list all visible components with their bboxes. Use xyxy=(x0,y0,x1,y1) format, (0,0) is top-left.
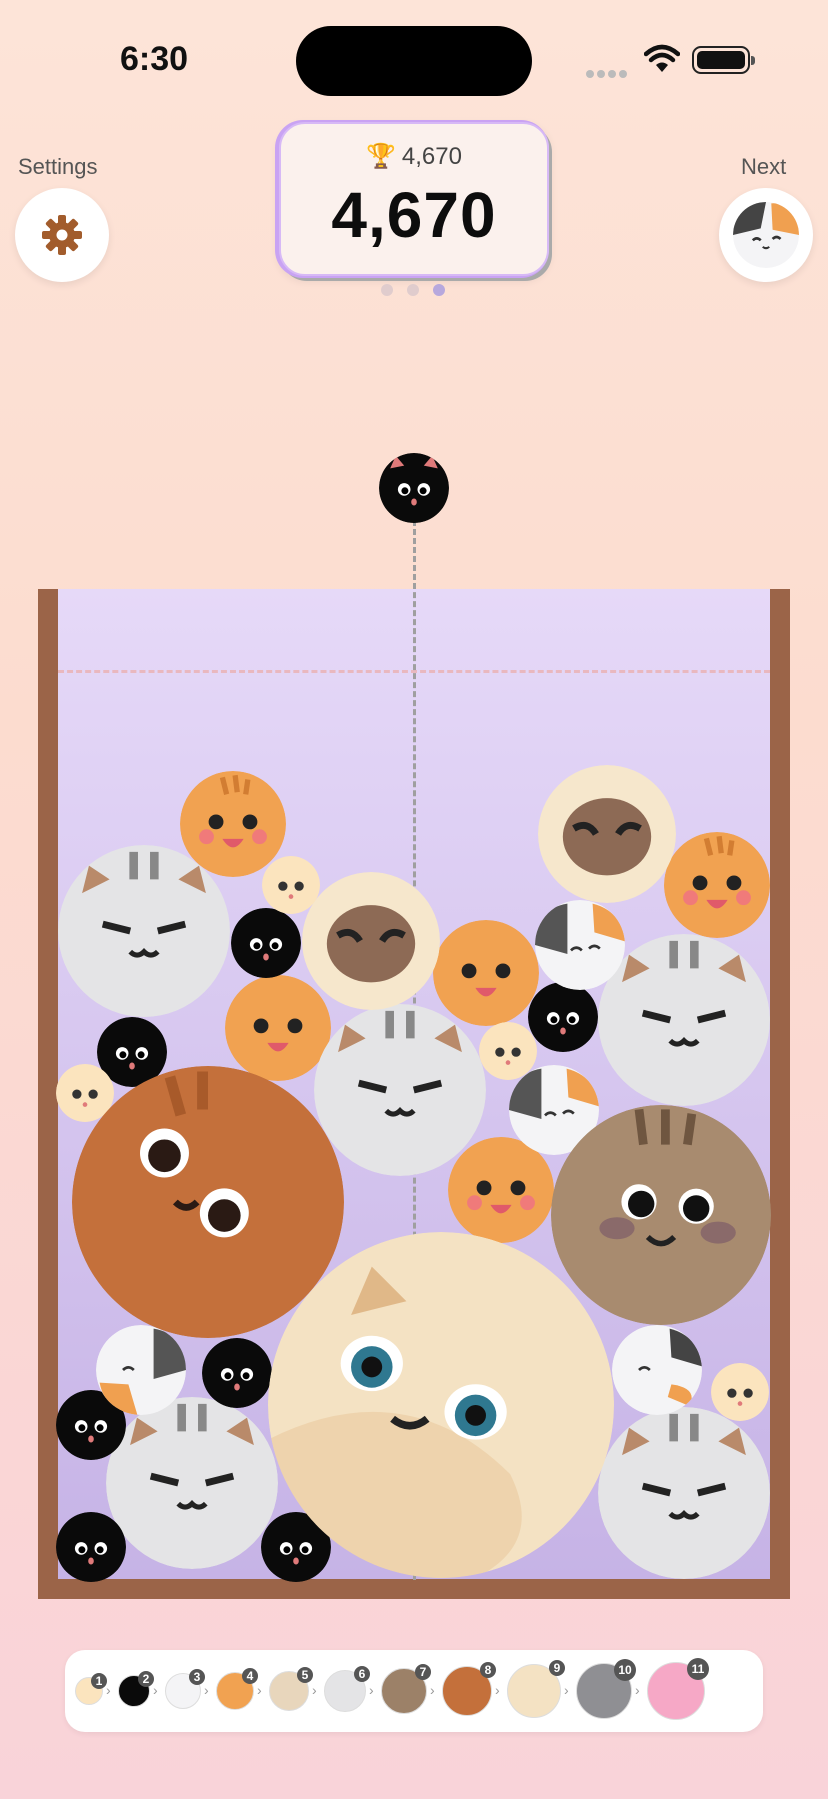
legend-item-level-7: 7 xyxy=(381,1664,431,1714)
cat-cream-kitten xyxy=(711,1363,769,1421)
evolution-legend: 1 › 2 › 3 › 4 › 5 › 6 › 7 › 8 › 9 › 10 › 11 xyxy=(65,1650,763,1732)
cat-grey-tabby xyxy=(598,934,770,1106)
dropping-black-kitten[interactable] xyxy=(379,453,449,523)
legend-item-level-4: 4 xyxy=(216,1668,258,1710)
cat-black-kitten xyxy=(56,1512,126,1582)
chevron-right-icon: › xyxy=(106,1682,111,1698)
settings-button[interactable] xyxy=(15,188,109,282)
chevron-right-icon: › xyxy=(495,1682,500,1698)
chevron-right-icon: › xyxy=(564,1682,569,1698)
legend-level-number: 10 xyxy=(614,1659,636,1681)
container-left-wall xyxy=(38,589,58,1599)
cat-black-kitten xyxy=(202,1338,272,1408)
legend-item-level-11: 11 xyxy=(647,1658,709,1720)
legend-item-level-3: 3 xyxy=(165,1669,205,1709)
battery-icon xyxy=(692,46,755,74)
cat-calico-kitten xyxy=(96,1325,186,1415)
chevron-right-icon: › xyxy=(635,1682,640,1698)
cat-cream-kitten xyxy=(262,856,320,914)
cat-black-kitten xyxy=(528,982,598,1052)
container-floor xyxy=(38,1579,790,1599)
cat-grey-tabby xyxy=(58,845,230,1017)
legend-level-number: 11 xyxy=(687,1658,709,1680)
legend-level-number: 8 xyxy=(480,1662,496,1678)
cat-orange-tabby xyxy=(448,1137,554,1243)
cat-calico-kitten xyxy=(535,900,625,990)
cat-grey-tabby xyxy=(106,1397,278,1569)
cat-siamese xyxy=(538,765,676,903)
best-score-value: 4,670 xyxy=(401,143,462,170)
page-dot[interactable] xyxy=(381,284,393,296)
legend-item-level-2: 2 xyxy=(118,1671,154,1707)
chevron-right-icon: › xyxy=(204,1682,209,1698)
legend-level-number: 9 xyxy=(549,1660,565,1676)
chevron-right-icon: › xyxy=(153,1682,158,1698)
page-indicator[interactable] xyxy=(381,283,459,301)
legend-level-number: 2 xyxy=(138,1671,154,1687)
legend-level-number: 1 xyxy=(91,1673,107,1689)
cat-orange-tabby xyxy=(433,920,539,1026)
next-label: Next xyxy=(741,154,787,179)
legend-item-level-6: 6 xyxy=(324,1666,370,1712)
chevron-right-icon: › xyxy=(369,1682,374,1698)
page-dot-active[interactable] xyxy=(433,284,445,296)
legend-level-number: 4 xyxy=(242,1668,258,1684)
cat-siamese xyxy=(302,872,440,1010)
cat-orange-tabby xyxy=(180,771,286,877)
legend-item-level-10: 10 xyxy=(576,1659,636,1719)
cat-cream xyxy=(268,1232,614,1578)
cat-cream-kitten xyxy=(479,1022,537,1080)
dynamic-island xyxy=(296,26,532,96)
cat-black-kitten xyxy=(231,908,301,978)
trophy-icon: 🏆 xyxy=(366,143,396,170)
score-card: 🏆 4,670 4,670 xyxy=(279,122,549,276)
wifi-icon xyxy=(644,44,680,72)
status-time: 6:30 xyxy=(120,40,189,78)
cat-orange-tabby xyxy=(225,975,331,1081)
legend-item-level-9: 9 xyxy=(507,1660,565,1718)
cat-grey-tabby xyxy=(314,1004,486,1176)
cat-grey-tabby xyxy=(598,1407,770,1579)
legend-item-level-8: 8 xyxy=(442,1662,496,1716)
current-score: 4,670 xyxy=(331,179,497,251)
chevron-right-icon: › xyxy=(312,1682,317,1698)
best-score: 🏆 4,670 xyxy=(281,142,547,171)
cat-calico-kitten xyxy=(612,1325,702,1415)
container-right-wall xyxy=(770,589,790,1599)
legend-level-number: 3 xyxy=(189,1669,205,1685)
chevron-right-icon: › xyxy=(257,1682,262,1698)
next-piece-preview xyxy=(719,188,813,282)
chevron-right-icon: › xyxy=(430,1682,435,1698)
cat-brown-tabby xyxy=(551,1105,771,1325)
gear-icon xyxy=(42,215,82,255)
settings-label: Settings xyxy=(18,154,98,179)
cat-orange-tabby xyxy=(664,832,770,938)
legend-level-number: 6 xyxy=(354,1666,370,1682)
status-bar: 6:30 xyxy=(0,0,828,120)
page-dot[interactable] xyxy=(407,284,419,296)
legend-level-number: 5 xyxy=(297,1667,313,1683)
legend-item-level-1: 1 xyxy=(75,1673,107,1705)
next-cat-icon xyxy=(733,202,799,268)
cat-ginger xyxy=(72,1066,344,1338)
signal-icon xyxy=(586,65,630,78)
legend-item-level-5: 5 xyxy=(269,1667,313,1711)
legend-level-number: 7 xyxy=(415,1664,431,1680)
